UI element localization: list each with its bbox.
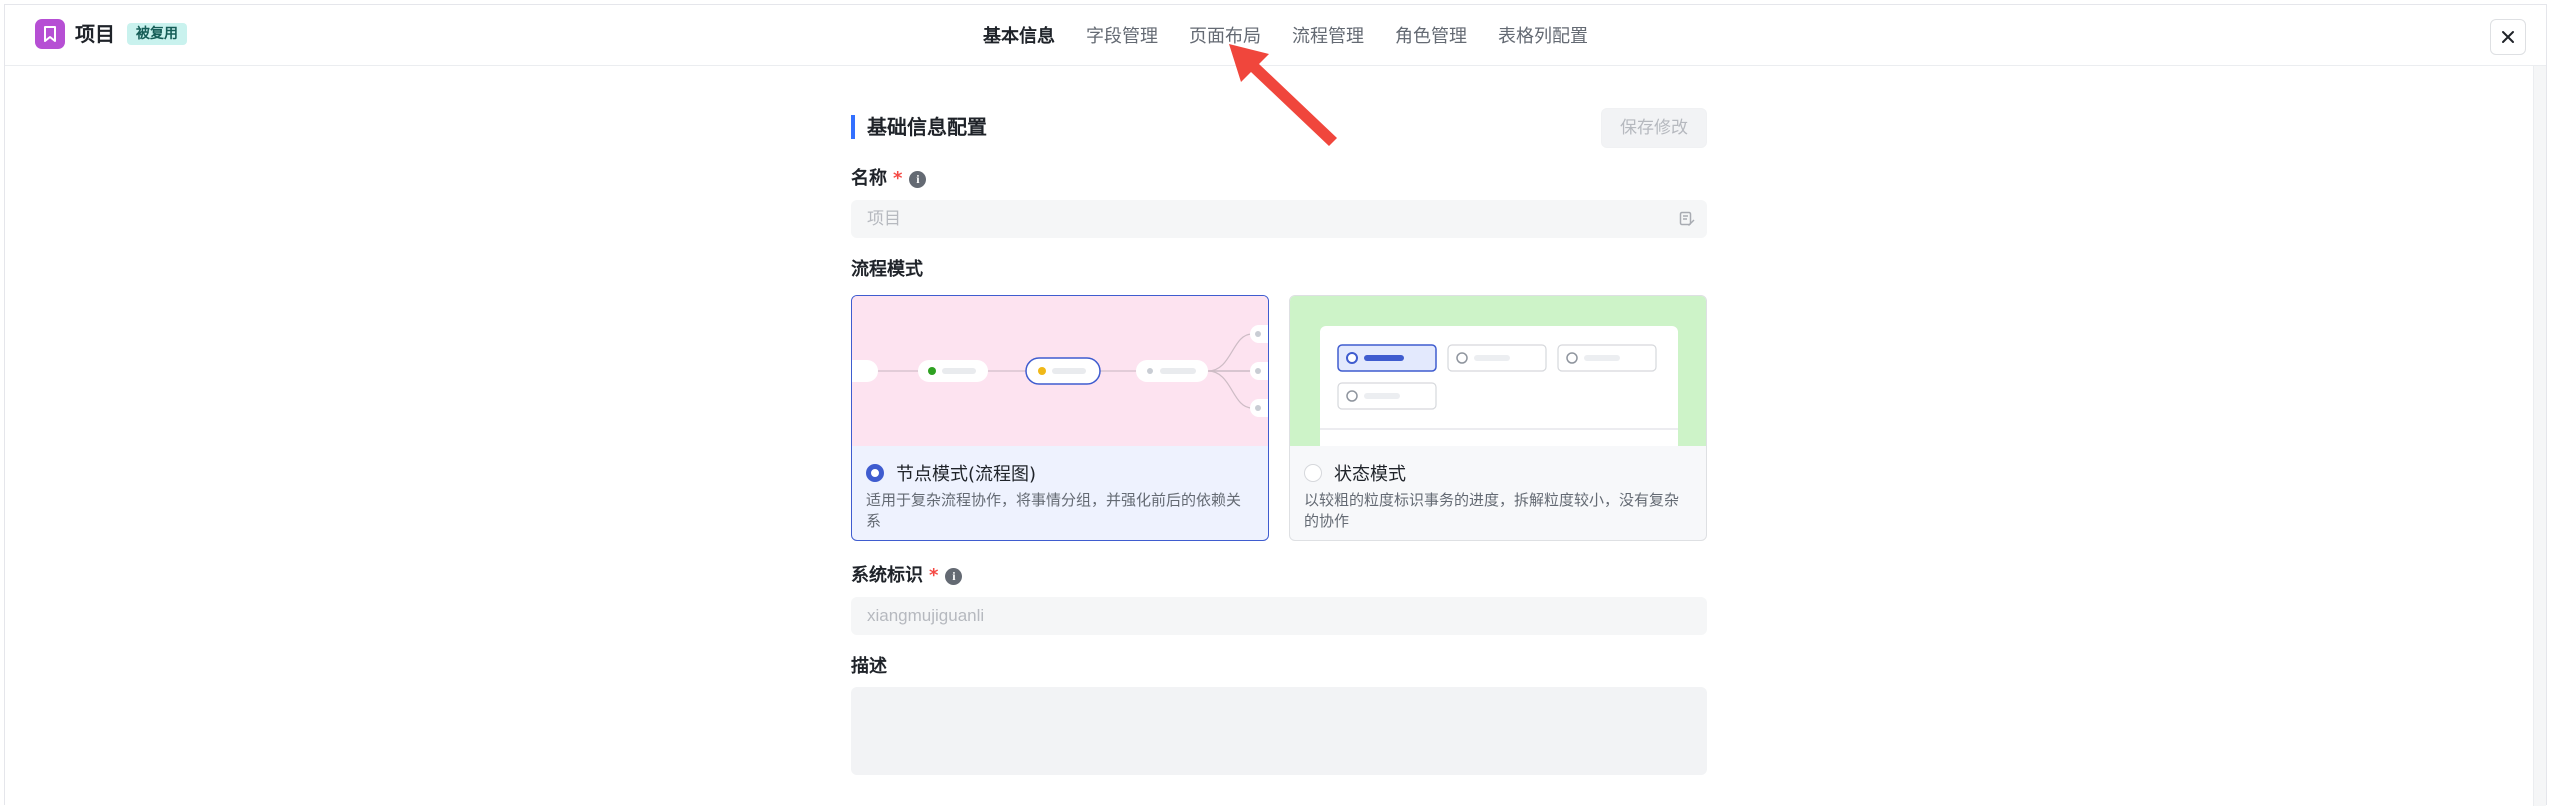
info-icon[interactable]: i <box>945 567 963 585</box>
annotation-arrow-icon <box>1229 44 1337 146</box>
scrollbar[interactable] <box>2533 66 2546 806</box>
name-label-text: 名称 <box>851 168 887 189</box>
flow-mode-label: 流程模式 <box>851 259 923 280</box>
system-id-placeholder: xiangmujiguanli <box>867 606 985 625</box>
state-mode-title: 状态模式 <box>1334 464 1406 485</box>
name-label: 名称 * i <box>851 167 927 191</box>
description-textarea[interactable] <box>851 687 1707 775</box>
edit-icon[interactable] <box>1679 211 1695 227</box>
node-mode-title: 节点模式(流程图) <box>896 464 1037 485</box>
state-mode-card[interactable]: 状态模式 以较粗的粒度标识事务的进度，拆解粒度较小，没有复杂的协作 <box>1289 295 1707 541</box>
required-mark: * <box>929 565 939 586</box>
section-title: 基础信息配置 <box>851 115 987 139</box>
close-icon <box>2502 31 2514 43</box>
node-mode-option[interactable]: 节点模式(流程图) <box>866 460 1036 486</box>
info-icon[interactable]: i <box>909 170 927 188</box>
node-mode-preview <box>852 296 1268 446</box>
node-mode-desc: 适用于复杂流程协作，将事情分组，并强化前后的依赖关系 <box>866 491 1242 530</box>
state-mode-radio[interactable] <box>1304 464 1322 482</box>
description-label: 描述 <box>851 656 887 677</box>
state-mode-preview <box>1290 296 1706 466</box>
tab-table-columns[interactable]: 表格列配置 <box>1498 22 1588 48</box>
name-placeholder: 项目 <box>867 209 901 228</box>
node-mode-card[interactable]: 节点模式(流程图) 适用于复杂流程协作，将事情分组，并强化前后的依赖关系 <box>851 295 1269 541</box>
flowchart-illustration <box>852 325 1268 417</box>
tab-role-management[interactable]: 角色管理 <box>1395 22 1467 48</box>
state-illustration <box>1320 326 1678 466</box>
system-id-label-text: 系统标识 <box>851 565 923 586</box>
system-id-input[interactable]: xiangmujiguanli <box>851 597 1707 635</box>
system-id-label: 系统标识 * i <box>851 564 963 588</box>
next-field-label <box>851 791 885 795</box>
app-title: 项目 <box>75 22 115 46</box>
reused-badge: 被复用 <box>127 23 187 45</box>
bookmark-icon <box>35 19 65 49</box>
node-mode-radio[interactable] <box>866 464 884 482</box>
tab-field-management[interactable]: 字段管理 <box>1086 22 1158 48</box>
state-mode-option[interactable]: 状态模式 <box>1304 460 1406 486</box>
name-input[interactable]: 项目 <box>851 200 1707 238</box>
save-button[interactable]: 保存修改 <box>1601 108 1707 148</box>
close-button[interactable] <box>2490 19 2526 55</box>
tab-basic-info[interactable]: 基本信息 <box>983 22 1055 48</box>
state-mode-desc: 以较粗的粒度标识事务的进度，拆解粒度较小，没有复杂的协作 <box>1304 491 1680 530</box>
required-mark: * <box>893 168 903 189</box>
